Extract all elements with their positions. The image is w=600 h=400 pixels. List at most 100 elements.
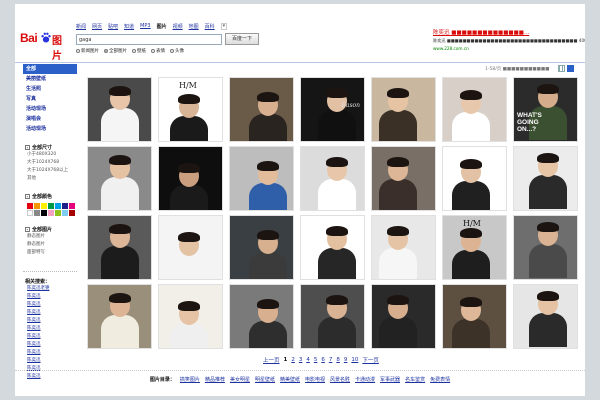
related-search-link[interactable]: 陈奕迅: [23, 341, 77, 349]
image-result[interactable]: [298, 145, 367, 212]
tab-images[interactable]: 图片: [157, 23, 167, 30]
size-filter-heading[interactable]: - 全部尺寸: [23, 144, 77, 151]
footer-category-link[interactable]: 卡通动漫: [355, 377, 375, 383]
filter-avatars[interactable]: 头像: [170, 48, 184, 54]
image-result[interactable]: [85, 283, 154, 350]
related-search-link[interactable]: 陈奕迅: [23, 317, 77, 325]
color-swatch[interactable]: [41, 203, 47, 209]
image-result[interactable]: H/M: [440, 214, 509, 281]
search-button[interactable]: 百度一下: [225, 33, 259, 45]
image-result[interactable]: [298, 283, 367, 350]
related-search-link[interactable]: 陈奕迅: [23, 357, 77, 365]
tab-map[interactable]: 地图: [189, 23, 199, 30]
color-swatch[interactable]: [27, 210, 33, 216]
image-result[interactable]: [511, 145, 580, 212]
type-option[interactable]: 静态图片: [23, 241, 77, 249]
image-result[interactable]: [369, 76, 438, 143]
color-swatch[interactable]: [48, 203, 54, 209]
footer-category-link[interactable]: 精美壁纸: [280, 377, 300, 383]
image-result[interactable]: Eason: [298, 76, 367, 143]
footer-category-link[interactable]: 风景名胜: [330, 377, 350, 383]
color-filter-heading[interactable]: - 全部颜色: [23, 193, 77, 200]
image-result[interactable]: [156, 214, 225, 281]
page-link[interactable]: 10: [351, 357, 358, 363]
sidebar-item-events-2[interactable]: 活动现场: [23, 124, 77, 134]
sidebar-item-events[interactable]: 活动现场: [23, 104, 77, 114]
page-link[interactable]: 5: [314, 357, 318, 363]
color-swatch[interactable]: [62, 203, 68, 209]
footer-category-link[interactable]: 名车鉴赏: [405, 377, 425, 383]
image-result[interactable]: [440, 145, 509, 212]
size-option[interactable]: 大于1024X768: [23, 159, 77, 167]
image-result[interactable]: [85, 214, 154, 281]
size-option[interactable]: 大于1024X768以上: [23, 167, 77, 175]
color-swatch[interactable]: [34, 210, 40, 216]
color-swatch[interactable]: [27, 203, 33, 209]
tab-news[interactable]: 新闻: [76, 23, 86, 30]
image-result[interactable]: [369, 145, 438, 212]
related-search-link[interactable]: 陈奕迅: [23, 309, 77, 317]
image-result[interactable]: [227, 283, 296, 350]
search-input[interactable]: gaga: [76, 34, 222, 45]
related-search-link[interactable]: 陈奕迅: [23, 365, 77, 373]
color-swatch[interactable]: [34, 203, 40, 209]
image-result[interactable]: [227, 145, 296, 212]
footer-category-link[interactable]: 电影电视: [305, 377, 325, 383]
tab-zhidao[interactable]: 知道: [124, 23, 134, 30]
type-option[interactable]: 面部特写: [23, 249, 77, 257]
tab-mp3[interactable]: MP3: [140, 23, 151, 30]
tab-video[interactable]: 视频: [173, 23, 183, 30]
sidebar-item-life-photos[interactable]: 生活照: [23, 84, 77, 94]
page-link[interactable]: 6: [321, 357, 325, 363]
image-result[interactable]: [85, 76, 154, 143]
sidebar-item-portraits[interactable]: 写真: [23, 94, 77, 104]
related-search-link[interactable]: 陈奕迅: [23, 325, 77, 333]
tab-tieba[interactable]: 贴吧: [108, 23, 118, 30]
footer-category-link[interactable]: 免费表情: [430, 377, 450, 383]
sidebar-item-concerts[interactable]: 演唱会: [23, 114, 77, 124]
list-view-icon[interactable]: [558, 65, 565, 72]
filter-all-images[interactable]: 全部图片: [104, 48, 127, 54]
color-swatch[interactable]: [62, 210, 68, 216]
footer-category-link[interactable]: 美女明星: [230, 377, 250, 383]
next-page-link[interactable]: 下一页: [362, 356, 379, 364]
filter-emoticons[interactable]: 表情: [151, 48, 165, 54]
footer-category-link[interactable]: 明星壁纸: [255, 377, 275, 383]
size-option[interactable]: 其他: [23, 175, 77, 183]
type-filter-heading[interactable]: - 全部图片: [23, 226, 77, 233]
baidu-logo[interactable]: Bai 图片: [20, 31, 70, 62]
size-option[interactable]: 小于480X320: [23, 151, 77, 159]
related-search-link[interactable]: 陈奕迅: [23, 301, 77, 309]
page-link[interactable]: 8: [336, 357, 340, 363]
footer-category-link[interactable]: 军事武器: [380, 377, 400, 383]
related-search-link[interactable]: 陈奕迅: [23, 349, 77, 357]
tab-baike[interactable]: 百科: [205, 23, 215, 30]
image-result[interactable]: [511, 283, 580, 350]
type-option[interactable]: 静态图片: [23, 233, 77, 241]
image-result[interactable]: [227, 76, 296, 143]
footer-category-link[interactable]: 搞笑图片: [180, 377, 200, 383]
page-link[interactable]: 4: [306, 357, 310, 363]
more-tabs-dropdown-icon[interactable]: ▾: [220, 23, 228, 30]
grid-view-icon[interactable]: [567, 65, 574, 72]
ad-title-link[interactable]: 陈奕迅 ■■■■■■■■■■■■■■...: [433, 28, 583, 36]
sidebar-item-wallpaper[interactable]: 美丽壁纸: [23, 74, 77, 84]
color-swatch[interactable]: [48, 210, 54, 216]
image-result[interactable]: [440, 76, 509, 143]
image-result[interactable]: [227, 214, 296, 281]
related-search-link[interactable]: 陈奕迅老婆: [23, 285, 77, 293]
color-swatch[interactable]: [69, 210, 75, 216]
page-link[interactable]: 9: [344, 357, 348, 363]
tab-web[interactable]: 网页: [92, 23, 102, 30]
image-result[interactable]: WHAT'S GOING ON...?: [511, 76, 580, 143]
ad-url[interactable]: www.228.com.cn: [433, 46, 583, 51]
page-link[interactable]: 7: [329, 357, 333, 363]
filter-wallpaper[interactable]: 壁纸: [132, 48, 146, 54]
image-result[interactable]: [369, 283, 438, 350]
image-result[interactable]: [85, 145, 154, 212]
image-result[interactable]: [369, 214, 438, 281]
page-link[interactable]: 2: [291, 357, 295, 363]
related-search-link[interactable]: 陈奕迅: [23, 333, 77, 341]
filter-news-images[interactable]: 新闻图片: [76, 48, 99, 54]
page-link[interactable]: 3: [299, 357, 303, 363]
